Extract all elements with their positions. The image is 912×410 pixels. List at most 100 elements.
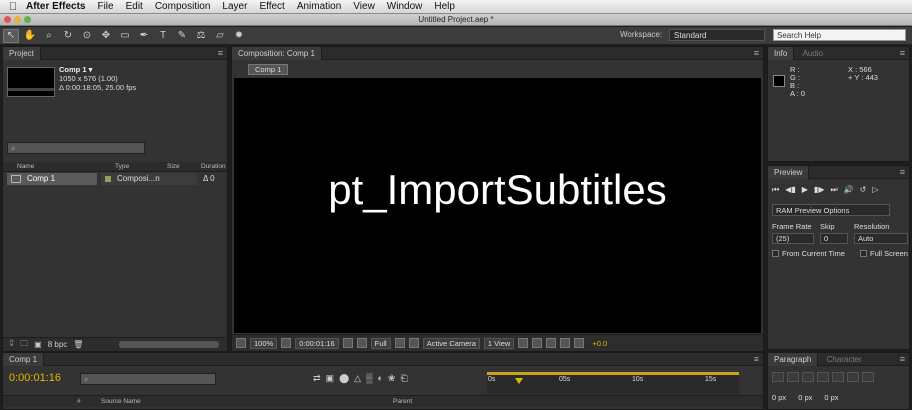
show-channel-icon[interactable] bbox=[356, 338, 367, 348]
justify-center-icon[interactable] bbox=[832, 372, 844, 382]
menu-edit[interactable]: Edit bbox=[126, 1, 143, 12]
project-item-name[interactable]: Comp 1 ▾ bbox=[59, 65, 136, 74]
timeline-current-time[interactable]: 0:00:01:16 bbox=[9, 372, 61, 384]
next-frame-icon[interactable]: ▮▶ bbox=[814, 185, 825, 195]
zoom-select[interactable]: 100% bbox=[250, 337, 278, 349]
menu-layer[interactable]: Layer bbox=[222, 1, 247, 12]
search-help-input[interactable]: Search Help bbox=[773, 29, 906, 41]
loop-icon[interactable]: ↺ bbox=[860, 185, 867, 195]
view-layout-select[interactable]: 1 View bbox=[483, 337, 515, 349]
column-name[interactable]: Name bbox=[17, 163, 34, 170]
puppet-pin-tool-icon[interactable]: ✸ bbox=[231, 29, 247, 43]
minimize-window-button[interactable] bbox=[14, 16, 21, 23]
indent-first-line-field[interactable]: 0 px bbox=[824, 393, 838, 402]
indent-right-field[interactable]: 0 px bbox=[798, 393, 812, 402]
transparency-grid-icon[interactable] bbox=[408, 338, 419, 348]
horizontal-scrollbar[interactable] bbox=[119, 341, 219, 348]
audio-icon[interactable]: 🔊 bbox=[844, 185, 854, 195]
tab-preview[interactable]: Preview bbox=[768, 166, 810, 179]
align-right-icon[interactable] bbox=[802, 372, 814, 382]
menu-help[interactable]: Help bbox=[434, 1, 455, 12]
full-screen-checkbox[interactable]: Full Screen bbox=[860, 249, 908, 258]
draft-3d-icon[interactable]: ⬤ bbox=[339, 373, 349, 384]
reset-exposure-icon[interactable] bbox=[574, 338, 585, 348]
tab-paragraph[interactable]: Paragraph bbox=[768, 353, 819, 366]
menu-composition[interactable]: Composition bbox=[155, 1, 211, 12]
align-center-icon[interactable] bbox=[787, 372, 799, 382]
panel-menu-icon[interactable]: ≡ bbox=[900, 48, 905, 58]
justify-right-icon[interactable] bbox=[847, 372, 859, 382]
menu-effect[interactable]: Effect bbox=[259, 1, 284, 12]
ram-preview-icon[interactable]: ▷ bbox=[872, 185, 878, 195]
zoom-window-button[interactable] bbox=[24, 16, 31, 23]
time-ruler[interactable]: 0s 05s 10s 15s bbox=[487, 372, 739, 394]
eraser-tool-icon[interactable]: ▱ bbox=[212, 29, 228, 43]
panel-menu-icon[interactable]: ≡ bbox=[754, 48, 759, 58]
tab-composition[interactable]: Composition: Comp 1 bbox=[232, 47, 322, 60]
live-update-icon[interactable]: ▣ bbox=[326, 373, 335, 384]
toggle-pixel-aspect-icon[interactable] bbox=[518, 338, 529, 348]
close-window-button[interactable] bbox=[4, 16, 11, 23]
region-of-interest-icon[interactable] bbox=[394, 338, 405, 348]
workspace-select[interactable]: Standard bbox=[669, 29, 765, 41]
interpret-footage-icon[interactable]: ⮸ bbox=[9, 338, 14, 352]
camera-select[interactable]: Active Camera bbox=[422, 337, 480, 349]
panel-menu-icon[interactable]: ≡ bbox=[900, 354, 905, 364]
tab-audio[interactable]: Audio bbox=[797, 47, 829, 60]
graph-editor-icon[interactable]: ⎗ bbox=[400, 373, 407, 384]
hand-tool-icon[interactable]: ✋ bbox=[22, 29, 38, 43]
panel-menu-icon[interactable]: ≡ bbox=[754, 354, 759, 364]
brainstorm-icon[interactable]: ❀ bbox=[388, 373, 396, 384]
menu-window[interactable]: Window bbox=[387, 1, 423, 12]
resolution-select[interactable]: Auto bbox=[854, 233, 908, 244]
new-folder-icon[interactable]: 🗀 bbox=[20, 338, 28, 352]
work-area-bar[interactable] bbox=[487, 372, 739, 375]
composition-viewer[interactable]: pt_ImportSubtitles bbox=[234, 78, 761, 333]
type-tool-icon[interactable]: T bbox=[155, 29, 171, 43]
hide-shy-layers-icon[interactable]: △ bbox=[354, 373, 361, 384]
tab-timeline-comp[interactable]: Comp 1 bbox=[3, 353, 45, 366]
rectangle-mask-tool-icon[interactable]: ▭ bbox=[117, 29, 133, 43]
frame-rate-select[interactable]: (25) bbox=[772, 233, 814, 244]
rotation-tool-icon[interactable]: ↻ bbox=[60, 29, 76, 43]
column-source-name[interactable]: Source Name bbox=[101, 398, 141, 405]
zoom-tool-icon[interactable]: ⌕ bbox=[41, 29, 57, 43]
flowchart-icon[interactable] bbox=[560, 338, 571, 348]
justify-left-icon[interactable] bbox=[817, 372, 829, 382]
column-duration[interactable]: Duration bbox=[201, 163, 226, 170]
exposure-value[interactable]: +0.0 bbox=[592, 339, 607, 348]
timeline-search-input[interactable]: ⌕ bbox=[80, 373, 216, 385]
menu-file[interactable]: File bbox=[97, 1, 113, 12]
row-name[interactable]: Comp 1 bbox=[7, 173, 97, 185]
resolution-select[interactable]: Full bbox=[370, 337, 391, 349]
project-item-row[interactable]: Comp 1 Composi...n Δ 0 bbox=[3, 173, 227, 185]
motion-blur-icon[interactable]: ◐ bbox=[377, 373, 382, 384]
column-number[interactable]: # bbox=[77, 398, 81, 405]
frame-blending-icon[interactable]: ▒ bbox=[366, 373, 372, 384]
justify-all-icon[interactable] bbox=[862, 372, 874, 382]
pan-behind-tool-icon[interactable]: ✥ bbox=[98, 29, 114, 43]
comp-navigator-tab[interactable]: Comp 1 bbox=[248, 64, 289, 75]
align-left-icon[interactable] bbox=[772, 372, 784, 382]
current-time-indicator[interactable] bbox=[515, 378, 523, 384]
column-size[interactable]: Size bbox=[167, 163, 180, 170]
bpc-button[interactable]: 8 bpc bbox=[48, 340, 68, 349]
skip-select[interactable]: 0 bbox=[820, 233, 848, 244]
column-parent[interactable]: Parent bbox=[393, 398, 412, 405]
column-type[interactable]: Type bbox=[115, 163, 129, 170]
pen-tool-icon[interactable]: ✒ bbox=[136, 29, 152, 43]
orbit-camera-tool-icon[interactable]: ⊙ bbox=[79, 29, 95, 43]
comp-mini-flowchart-icon[interactable]: ⇄ bbox=[313, 373, 321, 384]
previous-frame-icon[interactable]: ◀▮ bbox=[785, 185, 796, 195]
snapshot-icon[interactable] bbox=[342, 338, 353, 348]
play-icon[interactable]: ▶ bbox=[802, 185, 808, 195]
last-frame-icon[interactable]: ⏭ bbox=[830, 185, 837, 195]
project-search-input[interactable]: ⌕ bbox=[7, 142, 145, 154]
brush-tool-icon[interactable]: ✎ bbox=[174, 29, 190, 43]
tab-character[interactable]: Character bbox=[821, 353, 868, 366]
panel-menu-icon[interactable]: ≡ bbox=[218, 48, 223, 58]
menu-animation[interactable]: Animation bbox=[297, 1, 341, 12]
selection-tool-icon[interactable]: ↖ bbox=[3, 28, 19, 43]
trash-icon[interactable]: 🗑 bbox=[73, 340, 83, 349]
current-time-display[interactable]: 0:00:01:16 bbox=[295, 337, 339, 349]
